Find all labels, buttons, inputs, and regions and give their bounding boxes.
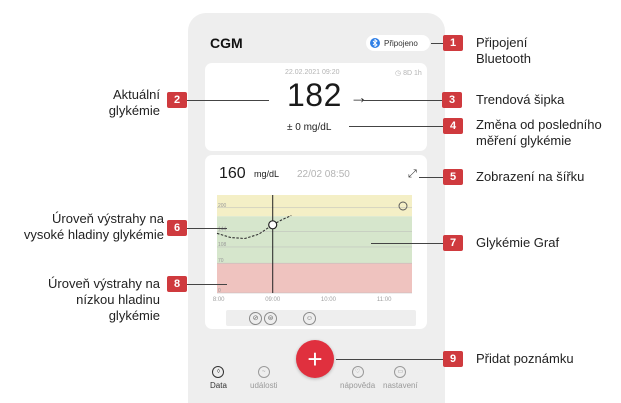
callout-label-6: Úroveň výstrahy na vysoké hladiny glykém…	[4, 211, 164, 243]
leader-line	[349, 126, 443, 127]
nav-label: Data	[210, 381, 227, 390]
leader-line	[371, 243, 443, 244]
callout-text: glykémie	[108, 308, 160, 323]
callout-text: glykémie	[108, 103, 160, 118]
callout-label-7: Glykémie Graf	[476, 235, 560, 250]
bluetooth-icon	[370, 38, 380, 48]
callout-label-8: Úroveň výstrahy na nízkou hladinu glykém…	[20, 276, 160, 324]
x-tick-label: 10:00	[321, 297, 337, 303]
bluetooth-status-pill[interactable]: Připojeno	[366, 35, 430, 51]
activity-filter-icon[interactable]: ☺	[303, 312, 316, 325]
add-note-button[interactable]: +	[296, 340, 334, 378]
reading-date: 22.02.2021 09:20	[285, 69, 340, 76]
y-tick-label: 200	[218, 203, 227, 209]
high-alert-zone	[217, 195, 412, 217]
callout-label-1: Připojení Bluetooth	[476, 35, 531, 67]
nav-label: nastavení	[383, 381, 418, 390]
callout-badge-5: 5	[443, 169, 463, 185]
leader-line	[431, 43, 443, 44]
glucose-delta: ± 0 mg/dL	[287, 122, 332, 133]
callout-badge-7: 7	[443, 235, 463, 251]
callout-text: Úroveň výstrahy na	[48, 276, 160, 291]
graph-selected-time: 22/02 08:50	[297, 169, 350, 180]
callout-badge-8: 8	[167, 276, 187, 292]
callout-badge-4: 4	[443, 118, 463, 134]
y-tick-label: 70	[218, 258, 224, 264]
trend-arrow-icon: →	[350, 87, 368, 107]
glucose-chart[interactable]: 070108144200 08:0009:0010:0011:00	[213, 193, 418, 308]
x-tick-label: 08:00	[213, 297, 225, 303]
events-icon: ~	[257, 366, 270, 378]
insulin-filter-icon[interactable]: ⊜	[264, 312, 277, 325]
callout-label-5: Zobrazení na šířku	[476, 169, 585, 184]
bluetooth-status-label: Připojeno	[384, 38, 418, 48]
leader-line	[187, 100, 269, 101]
leader-line	[419, 177, 443, 178]
leader-line	[187, 284, 227, 285]
callout-text: měření glykémie	[476, 133, 572, 148]
app-title: CGM	[210, 35, 243, 51]
leader-line	[362, 100, 442, 101]
clock-icon: ◷	[395, 70, 402, 77]
nav-item-help[interactable]: ♡ nápověda	[340, 366, 375, 390]
settings-icon: ▭	[394, 366, 407, 378]
sensor-duration: ◷ 8D 1h	[395, 69, 422, 77]
current-glucose-value: 182	[287, 77, 342, 113]
leader-line	[187, 228, 227, 229]
callout-text: Připojení	[476, 35, 528, 50]
x-tick-label: 11:00	[377, 297, 392, 303]
nav-label: nápověda	[340, 381, 376, 390]
sensor-duration-value: 8D 1h	[403, 70, 422, 77]
callout-text: Změna od posledního	[476, 117, 602, 132]
expand-landscape-icon[interactable]: ⤢	[408, 168, 417, 181]
target-zone	[217, 216, 412, 264]
nav-label: události	[250, 381, 278, 390]
low-alert-zone	[217, 263, 412, 293]
heart-icon: ♡	[351, 366, 364, 378]
graph-selected-value: 160	[219, 165, 246, 182]
y-tick-label: 108	[218, 242, 227, 248]
nav-item-data[interactable]: ◊ Data	[210, 366, 227, 390]
callout-badge-6: 6	[167, 220, 187, 236]
callout-text: Úroveň výstrahy na	[52, 211, 164, 226]
cursor-point	[268, 220, 278, 230]
phone-screen: CGM Připojeno 22.02.2021 09:20 ◷ 8D 1h 1…	[188, 13, 445, 403]
chart-filter-bar: ⊘ ⊜ ☺	[226, 310, 416, 326]
y-tick-label: 0	[218, 288, 221, 294]
callout-badge-1: 1	[443, 35, 463, 51]
callout-badge-2: 2	[167, 92, 187, 108]
callout-badge-3: 3	[442, 92, 462, 108]
nav-item-settings[interactable]: ▭ nastavení	[383, 366, 418, 390]
callout-badge-9: 9	[443, 351, 463, 367]
nav-item-events[interactable]: ~ události	[250, 366, 278, 390]
meal-filter-icon[interactable]: ⊘	[249, 312, 262, 325]
current-glucose-card: 22.02.2021 09:20 ◷ 8D 1h 182 → ± 0 mg/dL	[205, 63, 427, 151]
graph-selected-unit: mg/dL	[254, 169, 280, 179]
callout-text: Aktuální	[113, 87, 160, 102]
callout-label-4: Změna od posledního měření glykémie	[476, 117, 602, 149]
glucose-graph-card: 160 mg/dL 22/02 08:50 ⤢ 070108144200 08:…	[205, 155, 427, 329]
drop-icon: ◊	[212, 366, 225, 378]
leader-line	[336, 359, 443, 360]
callout-text: Bluetooth	[476, 51, 531, 66]
callout-label-9: Přidat poznámku	[476, 351, 574, 366]
x-tick-label: 09:00	[265, 297, 281, 303]
callout-label-2: Aktuální glykémie	[88, 87, 160, 119]
callout-text: vysoké hladiny glykémie	[23, 227, 164, 242]
callout-label-3: Trendová šipka	[476, 92, 565, 107]
callout-text: nízkou hladinu	[76, 292, 160, 307]
